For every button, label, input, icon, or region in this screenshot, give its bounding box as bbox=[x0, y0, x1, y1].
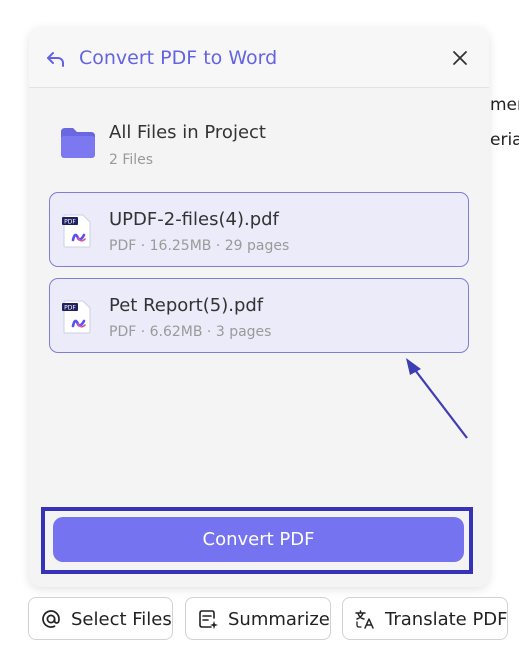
select-files-label: Select Files bbox=[71, 609, 172, 630]
translate-pdf-label: Translate PDF bbox=[385, 609, 508, 630]
summarize-button[interactable]: Summarize bbox=[185, 597, 331, 640]
svg-text:PDF: PDF bbox=[64, 305, 76, 312]
convert-panel: Convert PDF to Word All Files in Project… bbox=[29, 28, 489, 587]
file-name: UPDF-2-files(4).pdf bbox=[109, 209, 279, 230]
at-sign-icon bbox=[42, 610, 60, 628]
folder-file-count: 2 Files bbox=[109, 152, 154, 168]
back-arrow-icon[interactable] bbox=[45, 48, 67, 70]
convert-pdf-button[interactable]: Convert PDF bbox=[53, 517, 464, 562]
panel-header: Convert PDF to Word bbox=[29, 28, 489, 88]
svg-text:PDF: PDF bbox=[64, 219, 76, 226]
translate-icon bbox=[355, 610, 374, 629]
panel-title: Convert PDF to Word bbox=[79, 47, 278, 69]
summarize-icon bbox=[199, 610, 218, 629]
background-text: mer bbox=[490, 95, 519, 115]
file-item[interactable]: PDF UPDF-2-files(4).pdf PDF · 16.25MB · … bbox=[49, 192, 469, 267]
file-item[interactable]: PDF Pet Report(5).pdf PDF · 6.62MB · 3 p… bbox=[49, 278, 469, 353]
file-name: Pet Report(5).pdf bbox=[109, 295, 264, 316]
summarize-label: Summarize bbox=[228, 609, 330, 630]
file-meta: PDF · 6.62MB · 3 pages bbox=[109, 324, 272, 340]
close-icon[interactable] bbox=[451, 49, 469, 67]
translate-pdf-button[interactable]: Translate PDF bbox=[342, 597, 508, 640]
pdf-file-icon: PDF bbox=[62, 300, 91, 334]
pdf-file-icon: PDF bbox=[62, 214, 91, 248]
folder-icon bbox=[61, 128, 95, 158]
page: mer eria Convert PDF to Word All Files i… bbox=[0, 0, 519, 655]
file-meta: PDF · 16.25MB · 29 pages bbox=[109, 238, 290, 254]
folder-name: All Files in Project bbox=[109, 122, 266, 143]
select-files-button[interactable]: Select Files bbox=[28, 597, 173, 640]
all-files-folder[interactable]: All Files in Project 2 Files bbox=[59, 120, 459, 170]
background-text: eria bbox=[490, 130, 519, 150]
